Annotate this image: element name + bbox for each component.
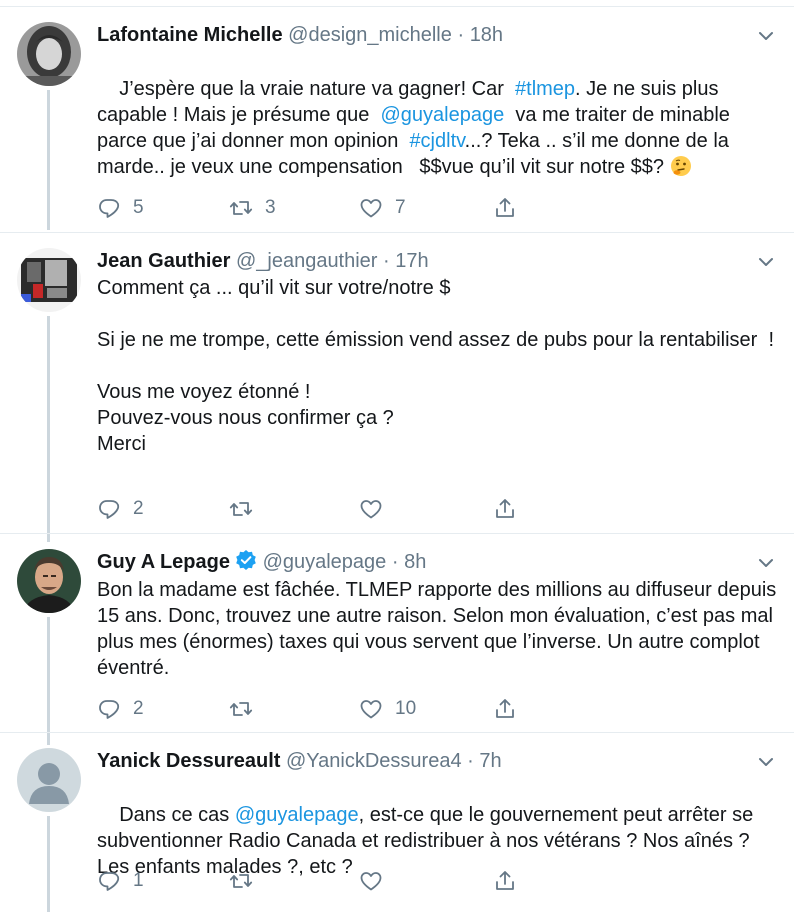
- tweet-header: Guy A Lepage @guyalepage · 8h: [97, 549, 426, 575]
- avatar[interactable]: [17, 248, 81, 312]
- chevron-down-icon[interactable]: [756, 553, 776, 573]
- tweet-divider: [0, 732, 794, 733]
- tweet-divider: [0, 533, 794, 534]
- retweet-button[interactable]: [229, 497, 265, 521]
- separator-dot: ·: [391, 551, 399, 573]
- chevron-down-icon[interactable]: [756, 26, 776, 46]
- like-button[interactable]: 10: [359, 697, 416, 721]
- heart-icon: [359, 196, 383, 220]
- avatar[interactable]: [17, 22, 81, 86]
- reply-count: 2: [133, 498, 144, 519]
- separator-dot: ·: [467, 750, 474, 772]
- retweet-button[interactable]: [229, 697, 265, 721]
- retweet-icon: [229, 497, 253, 521]
- share-icon: [493, 196, 517, 220]
- user-handle[interactable]: @YanickDessurea4: [286, 750, 462, 772]
- share-icon: [493, 869, 517, 893]
- thinking-face-icon: [670, 155, 692, 184]
- display-name[interactable]: Jean Gauthier: [97, 250, 230, 272]
- text-segment: J’espère que la vraie nature va gagner! …: [119, 78, 516, 100]
- heart-icon: [359, 697, 383, 721]
- chevron-down-icon[interactable]: [756, 752, 776, 772]
- separator-dot: ·: [383, 250, 390, 272]
- reply-button[interactable]: 1: [97, 869, 144, 893]
- retweet-icon: [229, 196, 253, 220]
- mention-link[interactable]: @guyalepage: [235, 804, 359, 826]
- tweet-actions: 2: [97, 497, 547, 521]
- like-count: 7: [395, 197, 406, 218]
- reply-icon: [97, 497, 121, 521]
- text-segment: Dans ce cas: [119, 804, 235, 826]
- top-divider: [0, 6, 794, 7]
- hashtag-link[interactable]: #tlmep: [515, 78, 575, 100]
- thread-line: [47, 617, 50, 745]
- share-button[interactable]: [493, 497, 517, 521]
- retweet-button[interactable]: 3: [229, 196, 276, 220]
- retweet-count: 3: [265, 197, 276, 218]
- retweet-button[interactable]: [229, 869, 265, 893]
- tweet-actions: 5 3 7: [97, 196, 547, 220]
- tweet-actions: 1: [97, 869, 547, 893]
- share-icon: [493, 497, 517, 521]
- heart-icon: [359, 497, 383, 521]
- user-handle[interactable]: @guyalepage: [263, 551, 387, 573]
- reply-icon: [97, 869, 121, 893]
- display-name[interactable]: Guy A Lepage: [97, 551, 230, 573]
- separator-dot: ·: [457, 24, 465, 46]
- like-count: 10: [395, 698, 417, 719]
- reply-button[interactable]: 2: [97, 697, 144, 721]
- share-button[interactable]: [493, 697, 517, 721]
- tweet-text: J’espère que la vraie nature va gagner! …: [97, 50, 777, 210]
- timestamp[interactable]: 7h: [479, 750, 501, 772]
- thread-line: [47, 90, 50, 230]
- like-button[interactable]: [359, 497, 395, 521]
- like-button[interactable]: [359, 869, 395, 893]
- tweet-actions: 2 10: [97, 697, 547, 721]
- tweet-text: Bon la madame est fâchée. TLMEP rapporte…: [97, 579, 782, 679]
- avatar[interactable]: [17, 549, 81, 613]
- tweet-header: Yanick Dessureault @YanickDessurea4 · 7h: [97, 748, 502, 774]
- like-button[interactable]: 7: [359, 196, 406, 220]
- share-icon: [493, 697, 517, 721]
- retweet-icon: [229, 697, 253, 721]
- retweet-icon: [229, 869, 253, 893]
- display-name[interactable]: Lafontaine Michelle: [97, 24, 283, 46]
- reply-button[interactable]: 2: [97, 497, 144, 521]
- reply-icon: [97, 697, 121, 721]
- timestamp[interactable]: 17h: [395, 250, 428, 272]
- heart-icon: [359, 869, 383, 893]
- tweet-header: Jean Gauthier @_jeangauthier · 17h: [97, 248, 429, 274]
- avatar[interactable]: [17, 748, 81, 812]
- reply-count: 1: [133, 870, 144, 891]
- display-name[interactable]: Yanick Dessureault: [97, 750, 280, 772]
- reply-icon: [97, 196, 121, 220]
- timestamp[interactable]: 18h: [470, 24, 503, 46]
- user-handle[interactable]: @design_michelle: [288, 24, 452, 46]
- thread-line: [47, 316, 50, 542]
- chevron-down-icon[interactable]: [756, 252, 776, 272]
- tweet-header: Lafontaine Michelle @design_michelle · 1…: [97, 22, 503, 48]
- thread-line: [47, 816, 50, 912]
- hashtag-link[interactable]: #cjdltv: [409, 130, 464, 152]
- timestamp[interactable]: 8h: [404, 551, 426, 573]
- user-handle[interactable]: @_jeangauthier: [236, 250, 378, 272]
- share-button[interactable]: [493, 869, 517, 893]
- mention-link[interactable]: @guyalepage: [381, 104, 505, 126]
- verified-badge-icon: [235, 549, 257, 578]
- tweet-divider: [0, 232, 794, 233]
- reply-count: 2: [133, 698, 144, 719]
- reply-count: 5: [133, 197, 144, 218]
- share-button[interactable]: [493, 196, 517, 220]
- tweet-text: Comment ça ... qu’il vit sur votre/notre…: [97, 277, 775, 455]
- reply-button[interactable]: 5: [97, 196, 144, 220]
